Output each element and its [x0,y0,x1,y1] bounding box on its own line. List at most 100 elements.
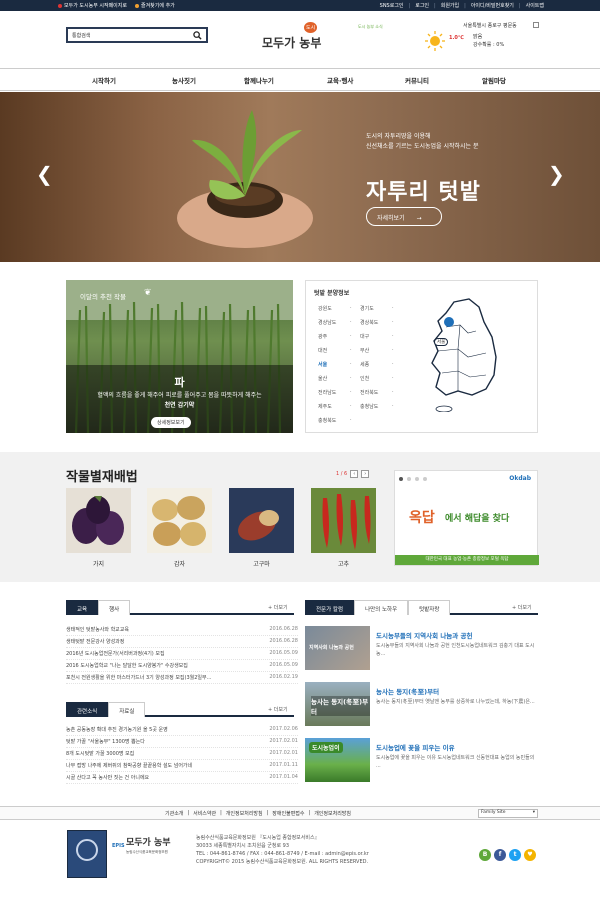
region-link[interactable]: 전라북도 [360,389,378,396]
blog-icon[interactable]: B [479,849,491,861]
region-link[interactable]: 서울 [318,361,327,368]
facebook-icon[interactable]: f [494,849,506,861]
nav-education[interactable]: 교육·행사 [327,75,353,85]
list-item-title[interactable]: 생태적인 텃밭농사와 학교교육 [66,626,129,635]
edu-more-link[interactable]: + 더보기 [268,604,288,611]
sitemap-link[interactable]: 사이트맵 [526,2,544,9]
bookmark-link[interactable]: 즐겨찾기에 추가 [134,2,175,9]
list-item-title[interactable]: 시골 산다고 꼭 농사만 짓는 건 아니에요 [66,774,149,783]
nav-farming[interactable]: 농사짓기 [172,75,196,85]
list-item[interactable]: 생태텃밭 전문강사 양성과정 2016.06.28 [66,636,298,648]
chevron-left-icon[interactable]: ‹ [350,470,359,478]
crop-pepper[interactable] [311,488,376,553]
okdab-banner[interactable]: Okdab 옥답 에서 해답을 찾다 대한민국 대표 농업·농촌 종합정보 포털… [394,470,539,566]
crop-label-sweet-potato[interactable]: 고구마 [229,559,294,568]
list-item-title[interactable]: 나무 접방 나주에 제버쥐의 참박공향 끝끝용학 설도 넘어가네 [66,762,192,771]
footer-link-terms[interactable]: 서비스약관 [193,810,216,817]
list-item[interactable]: 8개 도시텃밭 가꿀 3000명 모집 2017.02.01 [66,748,298,760]
list-item[interactable]: 2016 도시농업학교 "나는 달달한 도시양봉가" 수강생모집 2016.05.… [66,660,298,672]
nav-notice[interactable]: 알림마당 [482,75,506,85]
tab-events[interactable]: 행사 [98,600,131,615]
expert-more-link[interactable]: + 더보기 [512,604,532,611]
map-seoul-label[interactable]: 서울 [434,338,449,346]
region-link[interactable]: 세종 [360,361,369,368]
region-link[interactable]: 인천 [360,375,369,382]
crop-detail-button[interactable]: 상세정보보기 [151,417,191,428]
footer-link-privacy[interactable]: 개인정보처리방침 [226,810,263,817]
list-item[interactable]: 생태적인 텃밭농사와 학교교육 2016.06.28 [66,624,298,636]
nav-start[interactable]: 시작하기 [92,75,116,85]
chevron-right-icon[interactable]: ❯ [548,162,565,186]
crop-label-potato[interactable]: 감자 [147,559,212,568]
list-item[interactable]: 농촌 공동농장 확대 추진 경기농기원 올 5곳 운영 2017.02.06 [66,724,298,736]
list-item-title[interactable]: 포천시 전원생활을 위한 마스터가드너 3기 양성과정 모집(3월2일부... [66,674,211,683]
tab-education[interactable]: 교육 [66,600,99,615]
region-link[interactable]: 부산 [360,347,369,354]
hero-more-button[interactable]: 자세히보기 → [366,207,442,226]
region-link[interactable]: 대전 [318,347,327,354]
card-title[interactable]: 도시농업에 꽃을 피우는 이유 [376,742,455,752]
list-item-title[interactable]: 텃밭 가꿀 "서울농부" 1300명 뽑는다 [66,738,145,747]
region-link[interactable]: 대구 [360,333,369,340]
tab-expert-column[interactable]: 전문가 칼럼 [305,600,355,615]
news-more-link[interactable]: + 더보기 [268,706,288,713]
list-item[interactable]: 텃밭 가꿀 "서울농부" 1300명 뽑는다 2017.02.01 [66,736,298,748]
twitter-icon[interactable]: t [509,849,521,861]
crop-eggplant[interactable] [66,488,131,553]
monthly-crop-panel[interactable]: 이달의 추천 작물 ❦ 파 혈액의 흐름을 좋게 해주어 피로를 풀어주고 몸을… [66,280,293,433]
tab-archive[interactable]: 자료실 [108,702,146,717]
refresh-icon[interactable] [533,22,539,28]
region-link[interactable]: 충청남도 [360,403,378,410]
region-link[interactable]: 강원도 [318,305,332,312]
crop-label-pepper[interactable]: 고추 [311,559,376,568]
crop-label-eggplant[interactable]: 가지 [66,559,131,568]
sns-login-link[interactable]: SNS로그인 [380,2,404,9]
list-item-title[interactable]: 농촌 공동농장 확대 추진 경기농기원 올 5곳 운영 [66,726,168,735]
list-item[interactable]: 포천시 전원생활을 위한 마스터가드너 3기 양성과정 모집(3월2일부... 2… [66,672,298,684]
list-item[interactable]: 2016년 도시농업전문가(서리버과정(4기) 모집 2016.05.09 [66,648,298,660]
start-page-link[interactable]: 모두가 도시농부 시작페이지로 [58,2,127,9]
family-site-select[interactable]: Family Site ▾ [478,809,538,818]
tab-garden-show[interactable]: 텃밭자랑 [408,600,451,615]
region-link[interactable]: 전라남도 [318,389,336,396]
banner-dots[interactable] [399,477,429,481]
list-item-title[interactable]: 2016년 도시농업전문가(서리버과정(4기) 모집 [66,650,165,659]
card-title[interactable]: 도시농부들의 지역사회 나눔과 공헌 [376,630,473,640]
footer-link-about[interactable]: 기관소개 [165,810,183,817]
chevron-left-icon[interactable]: ❮ [36,162,53,186]
tab-know-how[interactable]: 나만의 노하우 [354,600,409,615]
footer-link-privacy-2[interactable]: 개인정보처리방침 [314,810,351,817]
search-icon[interactable] [193,31,202,40]
nav-sharing[interactable]: 함께나누기 [244,75,274,85]
region-link[interactable]: 충청북도 [318,417,336,424]
find-account-link[interactable]: 아이디/비밀번호찾기 [471,2,514,9]
expert-card[interactable]: 지역사회 나눔과 공헌 도시농부들의 지역사회 나눔과 공헌 도시농부들의 지역… [305,626,538,674]
season-tag: 이달의 추천 작물 [80,293,126,301]
nav-community[interactable]: 커뮤니티 [405,75,429,85]
site-logo[interactable]: 모두가 농부 도시 도시 농부 소식 [262,22,383,56]
list-item[interactable]: 시골 산다고 꼭 농사만 짓는 건 아니에요 2017.01.04 [66,772,298,784]
region-link[interactable]: 경상남도 [318,319,336,326]
list-item[interactable]: 나무 접방 나주에 제버쥐의 참박공향 끝끝용학 설도 넘어가네 2017.01.… [66,760,298,772]
card-title[interactable]: 농사는 동지(冬至)부터 [376,686,439,696]
region-link[interactable]: 경기도 [360,305,374,312]
korea-map-image [431,298,497,412]
list-item-title[interactable]: 생태텃밭 전문강사 양성과정 [66,638,124,647]
list-item-title[interactable]: 2016 도시농업학교 "나는 달달한 도시양봉가" 수강생모집 [66,662,188,671]
search-input[interactable]: 통합검색 [66,27,208,43]
region-link[interactable]: 광주 [318,333,327,340]
crop-potato[interactable] [147,488,212,553]
region-link[interactable]: 경상북도 [360,319,378,326]
tab-related-news[interactable]: 관련소식 [66,702,109,717]
footer-link-report[interactable]: 장애인불편접수 [272,810,304,817]
crop-sweet-potato[interactable] [229,488,294,553]
login-link[interactable]: 로그인 [415,2,429,9]
expert-card[interactable]: 농사는 동지(冬至)부터 농사는 동지(冬至)부터 농사는 동지(冬至)부터 옛… [305,682,538,730]
list-item-title[interactable]: 8개 도시텃밭 가꿀 3000명 모집 [66,750,134,759]
kakao-icon[interactable]: ♥ [524,849,536,861]
region-link[interactable]: 울산 [318,375,327,382]
expert-card[interactable]: 도시농업이 도시농업에 꽃을 피우는 이유 도시농업에 꽃을 피우는 이유 도시… [305,738,538,786]
chevron-right-icon[interactable]: › [361,470,370,478]
signup-link[interactable]: 회원가입 [441,2,459,9]
region-link[interactable]: 제주도 [318,403,332,410]
